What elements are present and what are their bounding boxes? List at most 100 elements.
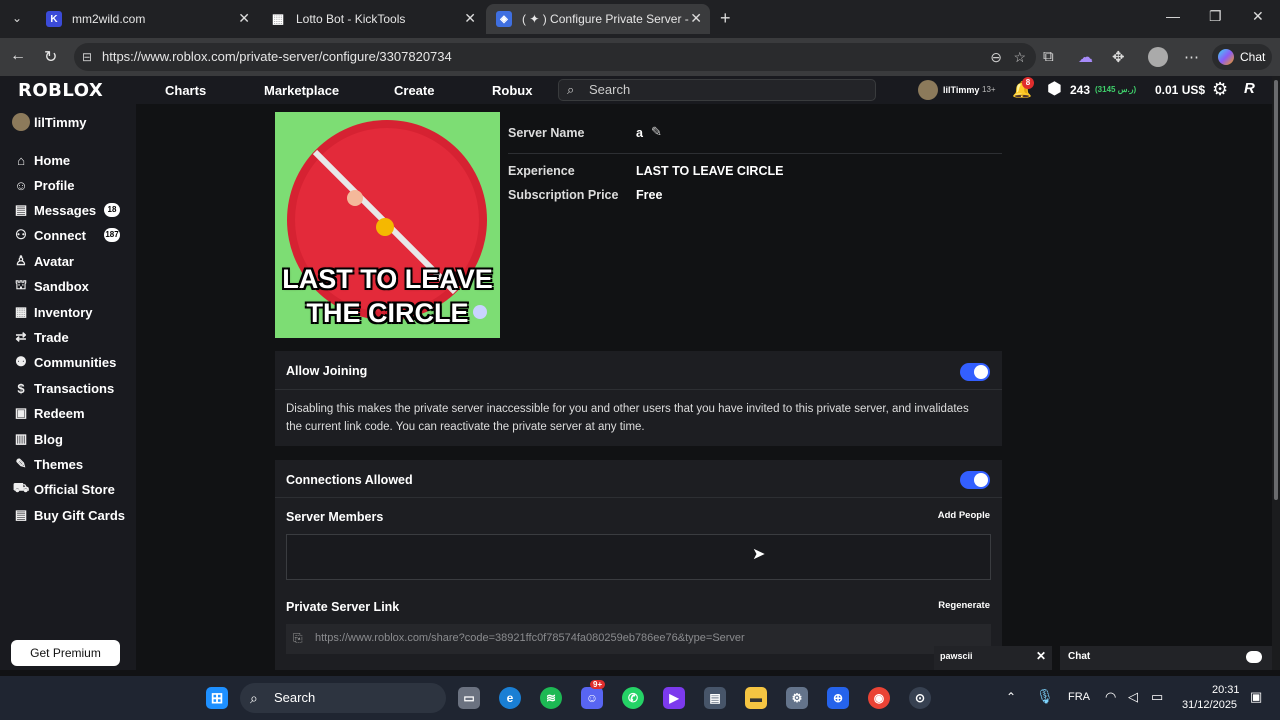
experience-thumbnail[interactable]: LAST TO LEAVE THE CIRCLE bbox=[275, 112, 500, 338]
battery-icon[interactable]: ▭ bbox=[1151, 689, 1163, 705]
wifi-icon[interactable]: ◠ bbox=[1105, 689, 1116, 705]
tab-lotto-bot[interactable]: ▦ Lotto Bot - KickTools ✕ bbox=[260, 4, 484, 34]
microphone-icon[interactable]: 🎙 bbox=[1036, 688, 1054, 705]
task-view-icon[interactable]: ▭ bbox=[458, 687, 480, 709]
sidebar-item-avatar[interactable]: ♙ Avatar bbox=[12, 251, 74, 271]
header-username[interactable]: lilTimmy bbox=[943, 85, 979, 95]
sidebar-item-connect[interactable]: ⚇ Connect bbox=[12, 225, 86, 245]
zoom-icon[interactable]: ⊖ bbox=[990, 43, 1002, 71]
back-icon[interactable]: ← bbox=[10, 47, 26, 65]
clock-date[interactable]: 31/12/2025 bbox=[1182, 699, 1237, 711]
whatsapp-icon[interactable]: ✆ bbox=[622, 687, 644, 709]
close-tab-icon[interactable]: ✕ bbox=[238, 10, 250, 27]
notes-app-icon[interactable]: ▤ bbox=[704, 687, 726, 709]
copilot-chat-button[interactable]: Chat bbox=[1212, 44, 1272, 70]
taskbar-search[interactable]: ⌕ Search bbox=[240, 683, 446, 713]
tab-configure-private-server[interactable]: ◈ ( ✦ ) Configure Private Server - Ro ✕ bbox=[486, 4, 710, 34]
discord-icon[interactable]: ☺ bbox=[581, 687, 603, 709]
sidebar-item-official-store[interactable]: ⛟ Official Store bbox=[12, 479, 115, 499]
restore-icon[interactable]: ❐ bbox=[1209, 8, 1222, 25]
roblox-logo[interactable]: ROBLOX bbox=[18, 80, 103, 101]
volume-icon[interactable]: ◁ bbox=[1128, 689, 1138, 705]
notification-center-icon[interactable]: ▣ bbox=[1250, 689, 1262, 705]
close-window-icon[interactable]: ✕ bbox=[1252, 8, 1264, 25]
sidebar-item-label: Connect bbox=[34, 227, 86, 243]
sidebar-user[interactable]: lilTimmy bbox=[12, 112, 87, 132]
add-people-button[interactable]: Add People bbox=[938, 510, 990, 521]
ropro-extension-icon[interactable]: R bbox=[1244, 80, 1255, 97]
sidebar-item-communities[interactable]: ⚉ Communities bbox=[12, 352, 116, 372]
language-indicator[interactable]: FRA bbox=[1068, 691, 1090, 703]
sidebar-item-home[interactable]: ⌂ Home bbox=[12, 150, 70, 170]
translate-extension-icon[interactable]: ⧉ bbox=[1043, 48, 1054, 65]
media-app-icon[interactable]: ▶ bbox=[663, 687, 685, 709]
copy-link-icon[interactable]: ⎘ bbox=[293, 631, 303, 646]
file-explorer-icon[interactable]: ▬ bbox=[745, 687, 767, 709]
sidebar-item-trade[interactable]: ⇄ Trade bbox=[12, 327, 69, 347]
settings-gear-icon[interactable]: ⚙ bbox=[1212, 79, 1228, 100]
nav-charts[interactable]: Charts bbox=[165, 83, 206, 98]
nav-create[interactable]: Create bbox=[394, 83, 434, 98]
close-tab-icon[interactable]: ✕ bbox=[464, 10, 476, 27]
recording-app-icon[interactable]: ⊙ bbox=[909, 687, 931, 709]
experience-value[interactable]: LAST TO LEAVE CIRCLE bbox=[636, 164, 783, 178]
address-bar[interactable]: ⊟ https://www.roblox.com/private-server/… bbox=[74, 43, 1036, 71]
extensions-puzzle-icon[interactable]: ✥ bbox=[1112, 48, 1125, 66]
user-avatar[interactable] bbox=[918, 80, 938, 100]
edge-browser-icon[interactable]: e bbox=[499, 687, 521, 709]
server-name-value: a bbox=[636, 126, 643, 140]
members-list[interactable] bbox=[286, 534, 991, 580]
roblox-favicon-icon: ◈ bbox=[496, 11, 512, 27]
tab-mm2wild[interactable]: K mm2wild.com ✕ bbox=[36, 4, 258, 34]
refresh-icon[interactable]: ↻ bbox=[44, 47, 57, 67]
sidebar-item-buy-gift-cards[interactable]: ▤ Buy Gift Cards bbox=[12, 505, 125, 525]
nav-robux[interactable]: Robux bbox=[492, 83, 532, 98]
sidebar-item-blog[interactable]: ▥ Blog bbox=[12, 429, 63, 449]
private-server-link-field[interactable]: ⎘ https://www.roblox.com/share?code=3892… bbox=[286, 624, 991, 654]
dev-tool-icon[interactable]: ⊕ bbox=[827, 687, 849, 709]
page-scrollbar[interactable] bbox=[1272, 76, 1280, 670]
trade-icon: ⇄ bbox=[15, 329, 27, 344]
minimize-icon[interactable]: — bbox=[1166, 8, 1180, 24]
robux-icon[interactable]: ⬢ bbox=[1047, 79, 1062, 99]
profile-avatar-icon[interactable] bbox=[1148, 47, 1168, 67]
new-tab-icon[interactable]: + bbox=[720, 8, 731, 29]
sidebar-item-themes[interactable]: ✎ Themes bbox=[12, 454, 84, 474]
sidebar-item-messages[interactable]: ▤ Messages bbox=[12, 200, 96, 220]
windows-taskbar: ⊞ ⌕ Search ▭ e ≋ ☺ 9+ ✆ ▶ ▤ ▬ ⚙ ⊕ ◉ ⊙ ⌃ … bbox=[0, 676, 1280, 720]
robux-balance[interactable]: 243 bbox=[1070, 83, 1090, 97]
close-chat-icon[interactable]: ✕ bbox=[1036, 649, 1046, 663]
windows-start-icon[interactable]: ⊞ bbox=[206, 687, 228, 709]
spotify-icon[interactable]: ≋ bbox=[540, 687, 562, 709]
chrome-icon[interactable]: ◉ bbox=[868, 687, 890, 709]
currency-balance[interactable]: 0.01 US$ bbox=[1155, 83, 1205, 97]
nav-marketplace[interactable]: Marketplace bbox=[264, 83, 339, 98]
chat-bar-label: Chat bbox=[1068, 651, 1091, 662]
sidebar-item-inventory[interactable]: ▦ Inventory bbox=[12, 302, 93, 322]
get-premium-button[interactable]: Get Premium bbox=[11, 640, 120, 666]
settings-icon[interactable]: ⚙ bbox=[786, 687, 808, 709]
sidebar-item-profile[interactable]: ☺ Profile bbox=[12, 175, 74, 195]
close-tab-icon[interactable]: ✕ bbox=[690, 10, 702, 27]
sidebar-item-redeem[interactable]: ▣ Redeem bbox=[12, 403, 85, 423]
profile-icon: ☺ bbox=[14, 177, 28, 193]
ghost-extension-icon[interactable]: ☁ bbox=[1078, 48, 1093, 66]
chat-conversation-tab[interactable]: pawscii ✕ bbox=[934, 646, 1052, 670]
sidebar-item-label: Blog bbox=[34, 431, 63, 447]
tab-list-chevron-icon[interactable]: ⌄ bbox=[12, 11, 22, 25]
sidebar-item-transactions[interactable]: $ Transactions bbox=[12, 378, 114, 398]
age-tag: 13+ bbox=[982, 85, 996, 94]
site-info-icon[interactable]: ⊟ bbox=[82, 43, 92, 71]
sidebar-item-sandbox[interactable]: ⛫ Sandbox bbox=[12, 276, 89, 296]
regenerate-button[interactable]: Regenerate bbox=[938, 600, 990, 611]
favorite-star-icon[interactable]: ☆ bbox=[1013, 43, 1026, 71]
clock-time[interactable]: 20:31 bbox=[1212, 684, 1240, 696]
search-input[interactable]: ⌕ Search bbox=[558, 79, 876, 101]
scrollbar-thumb[interactable] bbox=[1274, 80, 1278, 500]
edit-name-icon[interactable]: ✎ bbox=[651, 124, 662, 140]
tray-overflow-icon[interactable]: ⌃ bbox=[1006, 690, 1016, 704]
allow-joining-toggle[interactable] bbox=[960, 363, 990, 381]
connections-allowed-toggle[interactable] bbox=[960, 471, 990, 489]
more-menu-icon[interactable]: ⋯ bbox=[1184, 48, 1199, 66]
roblox-chat-bar[interactable]: Chat bbox=[1060, 646, 1272, 670]
